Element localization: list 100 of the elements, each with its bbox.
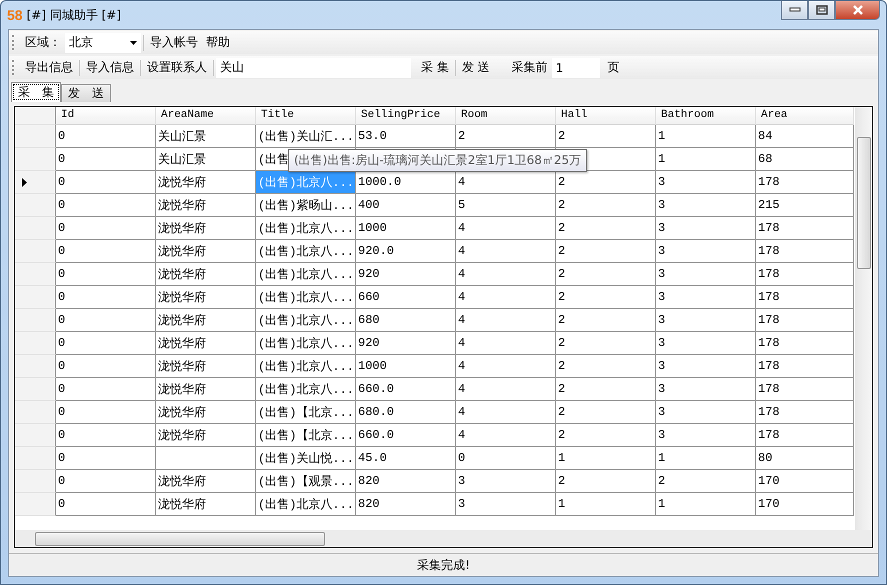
- table-cell: (出售)北京八...: [256, 493, 356, 516]
- app-logo: 58: [7, 7, 23, 23]
- toolbar-button[interactable]: 设置联系人: [143, 59, 211, 76]
- menu-button[interactable]: 帮助: [202, 34, 234, 51]
- column-header[interactable]: SellingPrice: [356, 107, 456, 125]
- table-cell: 4: [456, 263, 556, 286]
- toolbar-button[interactable]: 导入信息: [82, 59, 138, 76]
- minimize-icon: [788, 7, 800, 13]
- pages-unit: 页: [606, 59, 621, 76]
- tab[interactable]: 采 集: [11, 82, 61, 102]
- table-cell: 3: [656, 217, 756, 240]
- vertical-scrollbar[interactable]: [855, 107, 872, 530]
- table-cell: (出售)北京八...: [256, 332, 356, 355]
- table-cell: (出售)北京八...: [256, 240, 356, 263]
- table-cell: 1: [656, 493, 756, 516]
- table-cell: 920: [356, 263, 456, 286]
- table-cell: 4: [456, 217, 556, 240]
- column-header[interactable]: Bathroom: [656, 107, 756, 125]
- table-cell: 4: [456, 355, 556, 378]
- table-cell: 泷悦华府: [156, 332, 256, 355]
- column-header[interactable]: Area: [756, 107, 854, 125]
- toolbar-button[interactable]: 导出信息: [21, 59, 77, 76]
- tab[interactable]: 发 送: [61, 84, 111, 102]
- table-cell: 178: [756, 217, 854, 240]
- table-cell: 4: [456, 378, 556, 401]
- table-cell: 820: [356, 470, 456, 493]
- column-header[interactable]: Title: [256, 107, 356, 125]
- table-cell: 660: [356, 286, 456, 309]
- table-cell: 3: [656, 332, 756, 355]
- table-cell: (出售)北京八...: [256, 355, 356, 378]
- table-cell: 泷悦华府: [156, 286, 256, 309]
- table-cell: 660.0: [356, 424, 456, 447]
- table-cell: 2: [556, 355, 656, 378]
- table-cell: 178: [756, 309, 854, 332]
- table-cell: 0: [56, 171, 156, 194]
- table-cell: (出售)北京八...: [256, 309, 356, 332]
- column-header[interactable]: AreaName: [156, 107, 256, 125]
- table-cell: 2: [556, 263, 656, 286]
- table-cell: 4: [456, 286, 556, 309]
- close-button[interactable]: [835, 1, 880, 20]
- table-cell: 178: [756, 286, 854, 309]
- row-header[interactable]: [15, 171, 56, 194]
- table-cell: (出售)关山汇...: [256, 125, 356, 148]
- table-cell: 2: [556, 309, 656, 332]
- table-cell: 泷悦华府: [156, 424, 256, 447]
- table-cell: 45.0: [356, 447, 456, 470]
- pages-field[interactable]: 1: [552, 58, 600, 78]
- table-cell: 2: [556, 470, 656, 493]
- table-cell: 170: [756, 493, 854, 516]
- table-cell: 0: [56, 470, 156, 493]
- table-cell: 68: [756, 148, 854, 171]
- table-cell: 2: [556, 401, 656, 424]
- table-cell: 4: [456, 240, 556, 263]
- tooltip: (出售)出售:房山-琉璃河关山汇景2室1厅1卫68㎡25万: [288, 149, 588, 172]
- table-cell: (出售)【北京...: [256, 401, 356, 424]
- table-cell: 920: [356, 332, 456, 355]
- table-cell: 0: [56, 309, 156, 332]
- table-cell: 53.0: [356, 125, 456, 148]
- table-cell: 4: [456, 424, 556, 447]
- keyword-field[interactable]: 关山: [216, 58, 411, 78]
- table-cell: 680: [356, 309, 456, 332]
- table-cell: 1: [656, 125, 756, 148]
- send-button[interactable]: 发 送: [458, 59, 494, 76]
- table-cell: (出售)北京八...: [256, 378, 356, 401]
- table-cell: (出售)关山悦...: [256, 447, 356, 470]
- table-cell: 400: [356, 194, 456, 217]
- maximize-button[interactable]: [808, 1, 835, 20]
- table-cell: 5: [456, 194, 556, 217]
- table-cell: 2: [556, 378, 656, 401]
- table-cell: 3: [656, 240, 756, 263]
- pages-label: 采集前: [510, 59, 549, 76]
- minimize-button[interactable]: [781, 1, 808, 20]
- region-dropdown[interactable]: 北京: [65, 32, 141, 52]
- column-header[interactable]: Id: [56, 107, 156, 125]
- column-header[interactable]: Room: [456, 107, 556, 125]
- table-cell: 2: [556, 125, 656, 148]
- table-cell: 3: [656, 424, 756, 447]
- collect-button[interactable]: 采 集: [417, 59, 453, 76]
- table-cell: 0: [56, 424, 156, 447]
- table-cell: 2: [656, 470, 756, 493]
- column-header[interactable]: Hall: [556, 107, 656, 125]
- table-cell: (出售)北京八...: [256, 217, 356, 240]
- menu-button[interactable]: 导入帐号: [146, 34, 202, 51]
- table-cell: 84: [756, 125, 854, 148]
- table-cell: 泷悦华府: [156, 493, 256, 516]
- horizontal-scrollbar[interactable]: [15, 530, 872, 547]
- table-cell: 0: [56, 125, 156, 148]
- table-cell: 0: [56, 194, 156, 217]
- table-cell: (出售)北京八...: [256, 263, 356, 286]
- table-cell: (出售)北京八...: [256, 171, 356, 194]
- table-cell: 1: [656, 148, 756, 171]
- table-cell: 3: [656, 171, 756, 194]
- table-cell: 关山汇景: [156, 125, 256, 148]
- table-cell: 0: [56, 378, 156, 401]
- table-cell: 1: [556, 447, 656, 470]
- table-cell: 3: [656, 355, 756, 378]
- table-cell: 2: [556, 240, 656, 263]
- table-cell: 0: [56, 286, 156, 309]
- table-cell: 178: [756, 378, 854, 401]
- table-cell: 178: [756, 401, 854, 424]
